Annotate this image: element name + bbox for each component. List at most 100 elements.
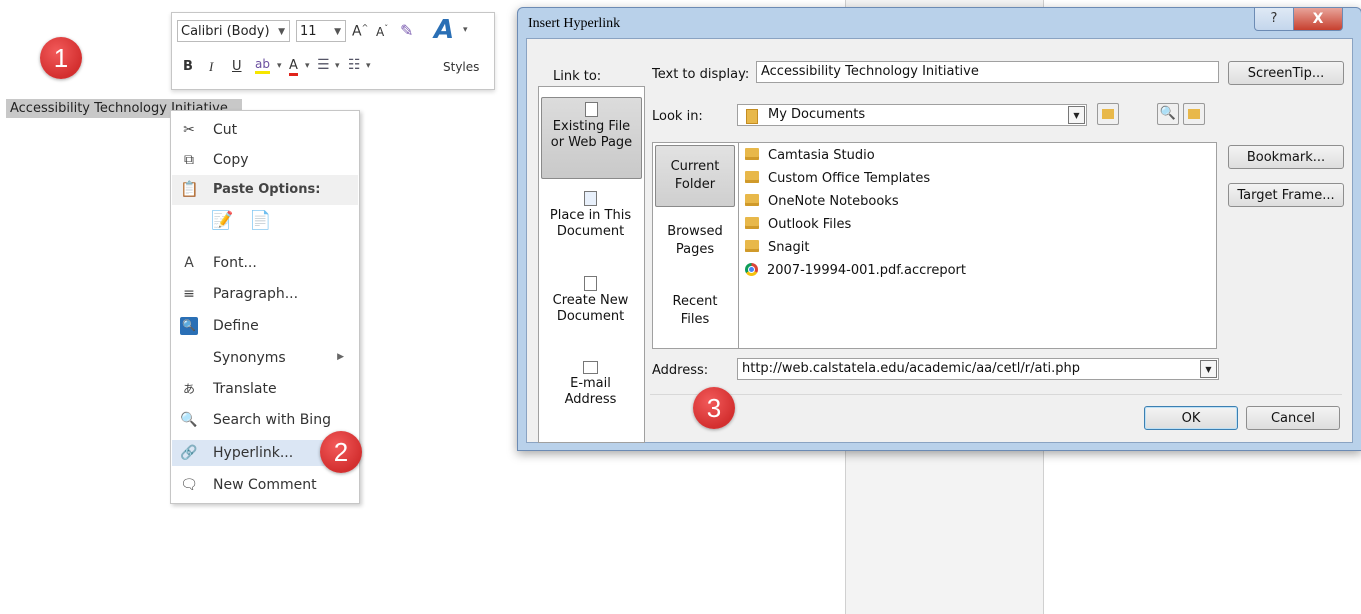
file-list[interactable]: Camtasia Studio Custom Office Templates …: [738, 142, 1217, 349]
numbering-icon[interactable]: ☷: [348, 57, 361, 73]
target-frame-button[interactable]: Target Frame...: [1228, 183, 1344, 207]
callout-3: 3: [693, 387, 735, 429]
list-item[interactable]: OneNote Notebooks: [745, 190, 899, 213]
help-button[interactable]: ?: [1254, 8, 1294, 31]
recent-files-button[interactable]: Recent Files: [655, 293, 735, 343]
chevron-down-icon[interactable]: ▾: [335, 61, 340, 71]
globe-search-icon: 🔍: [1159, 106, 1177, 121]
close-button[interactable]: X: [1293, 8, 1343, 31]
menu-item-font[interactable]: A Font...: [172, 250, 358, 276]
font-name-box[interactable]: Calibri (Body) ▼: [177, 20, 290, 42]
browse-web-button[interactable]: 🔍: [1157, 103, 1179, 125]
menu-item-translate[interactable]: あ Translate: [172, 376, 358, 402]
look-in-dropdown[interactable]: My Documents ▼: [737, 104, 1087, 126]
folder-icon: [745, 240, 759, 252]
screentip-button[interactable]: ScreenTip...: [1228, 61, 1344, 85]
comment-icon: 🗨: [180, 477, 198, 493]
callout-1: 1: [40, 37, 82, 79]
chrome-icon: [745, 263, 758, 276]
link-place-in-document-button[interactable]: Place in This Document: [541, 187, 640, 257]
paste-keep-formatting-icon[interactable]: 📝: [211, 210, 233, 234]
menu-item-search-bing[interactable]: 🔍 Search with Bing: [172, 407, 358, 433]
text-to-display-label: Text to display:: [652, 67, 750, 82]
shrink-font-button[interactable]: Aˇ: [376, 24, 388, 39]
menu-item-label: Hyperlink...: [213, 445, 294, 461]
document-icon: [584, 191, 597, 206]
menu-item-cut[interactable]: ✂ Cut: [172, 117, 358, 143]
menu-item-label: Search with Bing: [213, 412, 331, 428]
chevron-down-icon[interactable]: ▼: [1200, 360, 1217, 378]
list-item[interactable]: Outlook Files: [745, 213, 851, 236]
font-size-box[interactable]: 11 ▼: [296, 20, 346, 42]
bullets-icon[interactable]: ☰: [317, 57, 330, 73]
menu-item-label: New Comment: [213, 477, 317, 493]
look-in-label: Look in:: [652, 109, 703, 124]
font-size-value: 11: [300, 24, 317, 39]
list-item[interactable]: Camtasia Studio: [745, 144, 875, 167]
menu-item-label: Cut: [213, 122, 238, 138]
link-to-label: Link to:: [553, 69, 602, 84]
chevron-down-icon[interactable]: ▼: [334, 21, 341, 43]
list-item[interactable]: 2007-19994-001.pdf.accreport: [745, 259, 966, 282]
grow-font-button[interactable]: A^: [352, 23, 368, 40]
menu-item-define[interactable]: 🔍 Define: [172, 313, 358, 339]
link-email-address-button[interactable]: E-mail Address: [541, 357, 640, 427]
menu-item-copy[interactable]: ⧉ Copy: [172, 147, 358, 173]
folder-icon: [745, 194, 759, 206]
bookmark-button[interactable]: Bookmark...: [1228, 145, 1344, 169]
folder-icon: [745, 148, 759, 160]
up-folder-button[interactable]: [1097, 103, 1119, 125]
divider: [650, 394, 1342, 395]
scissors-icon: ✂: [183, 122, 195, 138]
browse-file-button[interactable]: [1183, 103, 1205, 125]
font-icon: A: [184, 255, 194, 271]
ok-button[interactable]: OK: [1144, 406, 1238, 430]
menu-item-label: Paragraph...: [213, 286, 299, 302]
browsed-pages-button[interactable]: Browsed Pages: [655, 223, 735, 273]
text-to-display-field[interactable]: Accessibility Technology Initiative: [756, 61, 1219, 83]
underline-button[interactable]: U: [232, 59, 242, 74]
styles-icon[interactable]: A: [434, 15, 454, 45]
menu-item-new-comment[interactable]: 🗨 New Comment: [172, 472, 358, 498]
menu-item-label: Synonyms: [213, 350, 286, 366]
styles-label[interactable]: Styles: [443, 60, 479, 74]
menu-item-label: Font...: [213, 255, 257, 271]
list-item[interactable]: Custom Office Templates: [745, 167, 930, 190]
chevron-down-icon[interactable]: ▼: [1068, 106, 1085, 124]
current-folder-button[interactable]: Current Folder: [655, 145, 735, 207]
paste-options-header: 📋 Paste Options:: [172, 175, 358, 205]
web-page-icon: [585, 102, 598, 117]
cancel-button[interactable]: Cancel: [1246, 406, 1340, 430]
folder-icon: [745, 217, 759, 229]
link-existing-file-button[interactable]: Existing File or Web Page: [541, 97, 642, 179]
look-in-value: My Documents: [768, 107, 866, 122]
menu-item-label: Copy: [213, 152, 249, 168]
new-document-icon: [584, 276, 597, 291]
folder-icon: [745, 171, 759, 183]
highlight-button[interactable]: ab: [255, 57, 270, 74]
chevron-down-icon[interactable]: ▾: [366, 61, 371, 71]
chevron-down-icon[interactable]: ▼: [278, 21, 285, 43]
link-create-new-document-button[interactable]: Create New Document: [541, 272, 640, 342]
font-color-button[interactable]: A: [289, 58, 298, 76]
chevron-right-icon: ▶: [337, 352, 344, 362]
clipboard-icon: 📋: [180, 180, 199, 198]
dialog-body: Link to: Existing File or Web Page Place …: [526, 38, 1353, 443]
format-painter-icon[interactable]: ✎: [400, 21, 413, 40]
chevron-down-icon[interactable]: ▾: [463, 25, 468, 35]
bold-button[interactable]: B: [183, 59, 193, 74]
menu-item-synonyms[interactable]: Synonyms ▶: [172, 345, 358, 371]
italic-button[interactable]: I: [209, 59, 213, 75]
open-folder-icon: [1188, 109, 1200, 119]
chevron-down-icon[interactable]: ▾: [305, 61, 310, 71]
link-icon: 🔗: [180, 445, 198, 461]
translate-icon: あ: [182, 382, 195, 396]
callout-2: 2: [320, 431, 362, 473]
dialog-title: Insert Hyperlink: [528, 16, 621, 31]
chevron-down-icon[interactable]: ▾: [277, 61, 282, 71]
paste-text-only-icon[interactable]: 📄: [249, 210, 271, 234]
menu-item-paragraph[interactable]: ≡ Paragraph...: [172, 281, 358, 307]
folder-icon: [746, 109, 758, 124]
list-item[interactable]: Snagit: [745, 236, 809, 259]
address-field[interactable]: http://web.calstatela.edu/academic/aa/ce…: [737, 358, 1219, 380]
